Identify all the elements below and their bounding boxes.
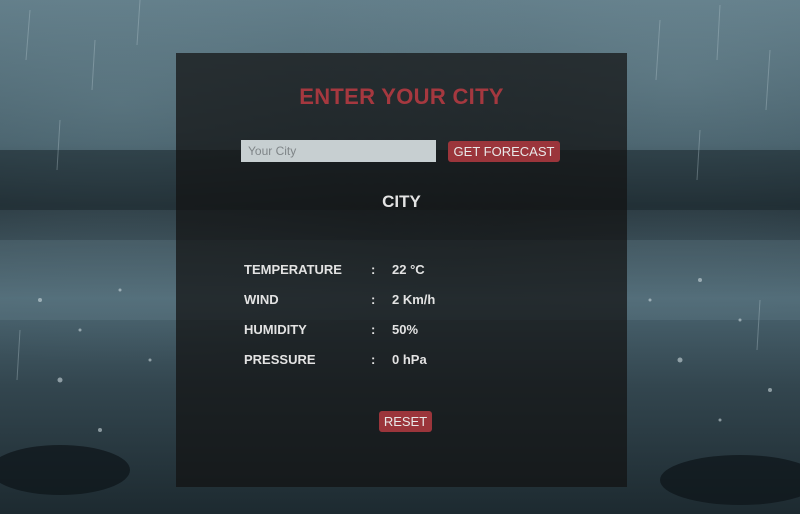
stat-label: PRESSURE — [244, 352, 316, 367]
stat-separator: : — [371, 262, 376, 277]
city-search-input[interactable] — [241, 140, 436, 162]
pressure-value: 0 hPa — [392, 352, 427, 367]
stat-separator: : — [371, 352, 376, 367]
stat-label: WIND — [244, 292, 279, 307]
stat-label: TEMPERATURE — [244, 262, 342, 277]
stat-label: HUMIDITY — [244, 322, 307, 337]
reset-button[interactable]: RESET — [379, 411, 432, 432]
stat-separator: : — [371, 322, 376, 337]
wind-value: 2 Km/h — [392, 292, 436, 307]
temperature-value: 22 °C — [392, 262, 425, 277]
stat-separator: : — [371, 292, 376, 307]
weather-panel: ENTER YOUR CITY GET FORECAST CITY TEMPER… — [176, 53, 627, 487]
page-title: ENTER YOUR CITY — [299, 84, 504, 109]
get-forecast-button[interactable]: GET FORECAST — [448, 141, 560, 162]
humidity-value: 50% — [392, 322, 419, 337]
city-name: CITY — [382, 192, 421, 211]
